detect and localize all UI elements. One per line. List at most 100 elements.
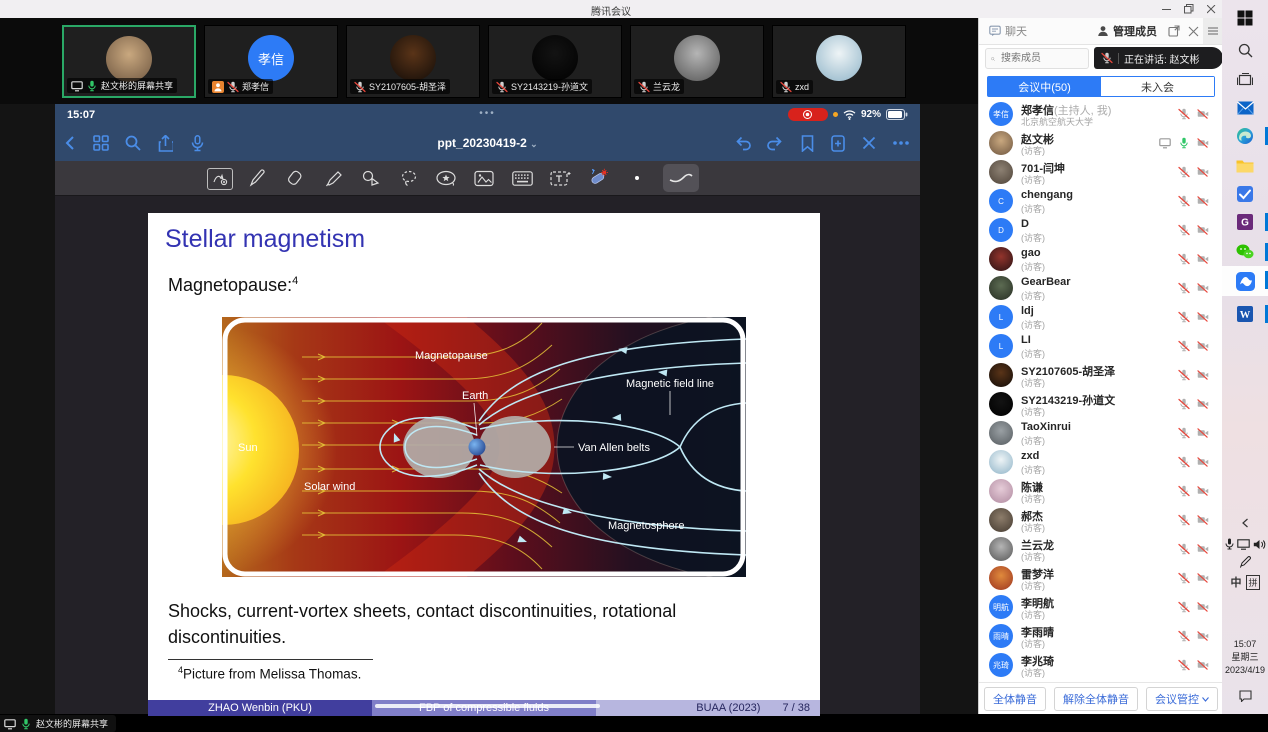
mail-app-icon[interactable] — [1222, 94, 1268, 122]
stroke-preview-button[interactable] — [663, 164, 699, 192]
video-tile-3[interactable]: SY2107605-胡圣泽 — [346, 25, 480, 98]
member-row[interactable]: 701-闫坤(访客) — [979, 158, 1223, 187]
mic-muted-icon[interactable] — [1178, 340, 1190, 352]
add-page-button[interactable] — [828, 133, 848, 153]
mic-muted-icon[interactable] — [1178, 369, 1190, 381]
mic-muted-icon[interactable] — [1178, 572, 1190, 584]
more-options-button[interactable] — [891, 133, 911, 153]
task-view-icon[interactable] — [1222, 66, 1268, 94]
text-box-tool-icon[interactable] — [548, 167, 572, 189]
video-tile-5[interactable]: 兰云龙 — [630, 25, 764, 98]
member-row[interactable]: TaoXinrui(访客) — [979, 419, 1223, 448]
file-explorer-icon[interactable] — [1222, 152, 1268, 180]
video-tile-4[interactable]: SY2143219-孙道文 — [488, 25, 622, 98]
wechat-app-icon[interactable] — [1222, 238, 1268, 266]
camera-off-icon[interactable] — [1197, 253, 1209, 265]
camera-off-icon[interactable] — [1197, 485, 1209, 497]
mic-muted-icon[interactable] — [1178, 659, 1190, 671]
shapes-tool-icon[interactable] — [359, 167, 383, 189]
mic-on-icon[interactable] — [1178, 137, 1190, 149]
camera-off-icon[interactable] — [1197, 572, 1209, 584]
dictionary-app-icon[interactable]: G — [1222, 208, 1268, 236]
mic-muted-icon[interactable] — [1178, 543, 1190, 555]
highlighter-tool-icon[interactable] — [321, 167, 345, 189]
video-tile-6[interactable]: zxd — [772, 25, 906, 98]
mic-muted-icon[interactable] — [1178, 311, 1190, 323]
show-hidden-icons[interactable] — [1222, 518, 1268, 528]
member-row[interactable]: Lldj(访客) — [979, 303, 1223, 332]
member-row[interactable]: Cchengang(访客) — [979, 187, 1223, 216]
member-row[interactable]: 兆琦李兆琦(访客) — [979, 651, 1223, 680]
popout-icon[interactable] — [1168, 25, 1180, 37]
mic-muted-icon[interactable] — [1178, 282, 1190, 294]
annotate-mode-icon[interactable] — [207, 168, 233, 190]
member-row[interactable]: 雷梦洋(访客) — [979, 564, 1223, 593]
start-button[interactable] — [1222, 4, 1268, 32]
bookmark-button[interactable] — [797, 133, 817, 153]
member-row[interactable]: 陈谦(访客) — [979, 477, 1223, 506]
screen-recording-icon[interactable] — [788, 108, 828, 121]
edge-app-icon[interactable] — [1222, 122, 1268, 150]
video-tile-2[interactable]: 孝信郑孝信 — [204, 25, 338, 98]
notification-center-icon[interactable] — [1222, 690, 1268, 702]
member-row[interactable]: 孝信郑孝信(主持人, 我)北京航空航天大学 — [979, 100, 1223, 129]
pen-tool-icon[interactable] — [245, 167, 269, 189]
camera-off-icon[interactable] — [1197, 369, 1209, 381]
todo-app-icon[interactable] — [1222, 180, 1268, 208]
member-row[interactable]: zxd(访客) — [979, 448, 1223, 477]
mic-muted-icon[interactable] — [1178, 630, 1190, 642]
camera-off-icon[interactable] — [1197, 659, 1209, 671]
member-row[interactable]: 兰云龙(访客) — [979, 535, 1223, 564]
member-row[interactable]: GearBear(访客) — [979, 274, 1223, 303]
member-row[interactable]: SY2107605-胡圣泽(访客) — [979, 361, 1223, 390]
undo-button[interactable] — [733, 133, 753, 153]
camera-off-icon[interactable] — [1197, 398, 1209, 410]
member-list[interactable]: 孝信郑孝信(主持人, 我)北京航空航天大学赵文彬(访客)701-闫坤(访客)Cc… — [979, 100, 1223, 682]
camera-off-icon[interactable] — [1197, 543, 1209, 555]
document-title[interactable]: ppt_20230419-2 ⌄ — [55, 136, 920, 150]
tab-in-meeting[interactable]: 会议中(50) — [988, 77, 1101, 96]
stamp-tool-icon[interactable] — [434, 167, 458, 189]
lasso-tool-icon[interactable] — [397, 167, 421, 189]
tray-mic-icon[interactable] — [1225, 538, 1234, 550]
mic-muted-icon[interactable] — [1178, 253, 1190, 265]
camera-off-icon[interactable] — [1197, 282, 1209, 294]
taskbar-search-icon[interactable] — [1222, 36, 1268, 64]
member-row[interactable]: LLI(访客) — [979, 332, 1223, 361]
mic-muted-icon[interactable] — [1178, 427, 1190, 439]
tab-chat[interactable]: 聊天 — [979, 18, 1069, 44]
tab-members[interactable]: 管理成员 — [1087, 18, 1167, 44]
camera-off-icon[interactable] — [1197, 137, 1209, 149]
member-row[interactable]: gao(访客) — [979, 245, 1223, 274]
search-input-wrapper[interactable] — [985, 48, 1089, 69]
mic-muted-icon[interactable] — [1178, 224, 1190, 236]
member-row[interactable]: 郝杰(访客) — [979, 506, 1223, 535]
camera-off-icon[interactable] — [1197, 166, 1209, 178]
smart-pen-icon[interactable] — [584, 167, 608, 189]
camera-off-icon[interactable] — [1197, 427, 1209, 439]
redo-button[interactable] — [765, 133, 785, 153]
camera-off-icon[interactable] — [1197, 514, 1209, 526]
tray-display-icon[interactable] — [1237, 539, 1250, 550]
member-row[interactable]: DD(访客) — [979, 216, 1223, 245]
video-tile-1[interactable]: 赵文彬的屏幕共享 — [62, 25, 196, 98]
close-panel-icon[interactable] — [1188, 26, 1199, 37]
mic-muted-icon[interactable] — [1178, 456, 1190, 468]
camera-off-icon[interactable] — [1197, 311, 1209, 323]
mic-muted-icon[interactable] — [1178, 108, 1190, 120]
tab-not-joined[interactable]: 未入会 — [1101, 77, 1214, 96]
tencent-meeting-app-icon[interactable] — [1222, 266, 1268, 296]
camera-off-icon[interactable] — [1197, 340, 1209, 352]
mic-muted-icon[interactable] — [1178, 514, 1190, 526]
close-document-button[interactable] — [859, 133, 879, 153]
camera-off-icon[interactable] — [1197, 195, 1209, 207]
camera-off-icon[interactable] — [1197, 108, 1209, 120]
restore-button[interactable] — [1178, 0, 1200, 18]
mute-all-button[interactable]: 全体静音 — [984, 687, 1046, 711]
camera-off-icon[interactable] — [1197, 224, 1209, 236]
member-row[interactable]: SY2143219-孙道文(访客) — [979, 390, 1223, 419]
close-button[interactable] — [1200, 0, 1222, 18]
minimize-button[interactable] — [1156, 0, 1178, 18]
tray-clock[interactable]: 15:07 星期三 2023/4/19 — [1222, 638, 1268, 677]
mic-muted-icon[interactable] — [1178, 485, 1190, 497]
